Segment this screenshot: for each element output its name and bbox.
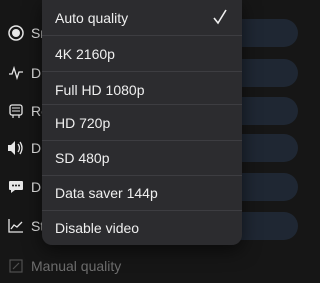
menu-item-label: Full HD 1080p [55,81,145,98]
menu-item-480p[interactable]: SD 480p [42,140,242,175]
chat-bubble-icon [7,178,25,196]
speaker-icon [7,139,25,157]
radio-selected-icon [7,24,25,42]
projector-icon [7,102,25,120]
manual-quality-label: Manual quality [31,258,122,274]
menu-item-label: HD 720p [55,114,111,131]
menu-item-label: SD 480p [55,149,110,166]
stats-chart-icon [7,217,25,235]
menu-item-1080p[interactable]: Full HD 1080p [42,72,242,107]
menu-item-4k[interactable]: 4K 2160p [42,36,242,71]
manual-quality-row[interactable]: Manual quality [0,255,306,277]
menu-item-label: Auto quality [55,9,129,26]
edit-icon [7,257,25,275]
menu-item-auto-quality[interactable]: Auto quality [42,0,242,35]
menu-item-label: Data saver 144p [55,184,158,201]
checkmark-icon [212,8,228,26]
menu-item-144p[interactable]: Data saver 144p [42,175,242,210]
menu-item-label: 4K 2160p [55,45,115,62]
menu-item-720p[interactable]: HD 720p [42,105,242,140]
video-quality-menu: Auto quality 4K 2160p Full HD 1080p HD 7… [42,0,242,245]
menu-item-label: Disable video [55,219,140,236]
settings-row-label: D [31,140,42,156]
settings-panel: Sn Di Re D Di St Manual quality Auto qua… [0,0,306,283]
menu-item-disable-video[interactable]: Disable video [42,210,242,245]
waveform-icon [7,64,25,82]
